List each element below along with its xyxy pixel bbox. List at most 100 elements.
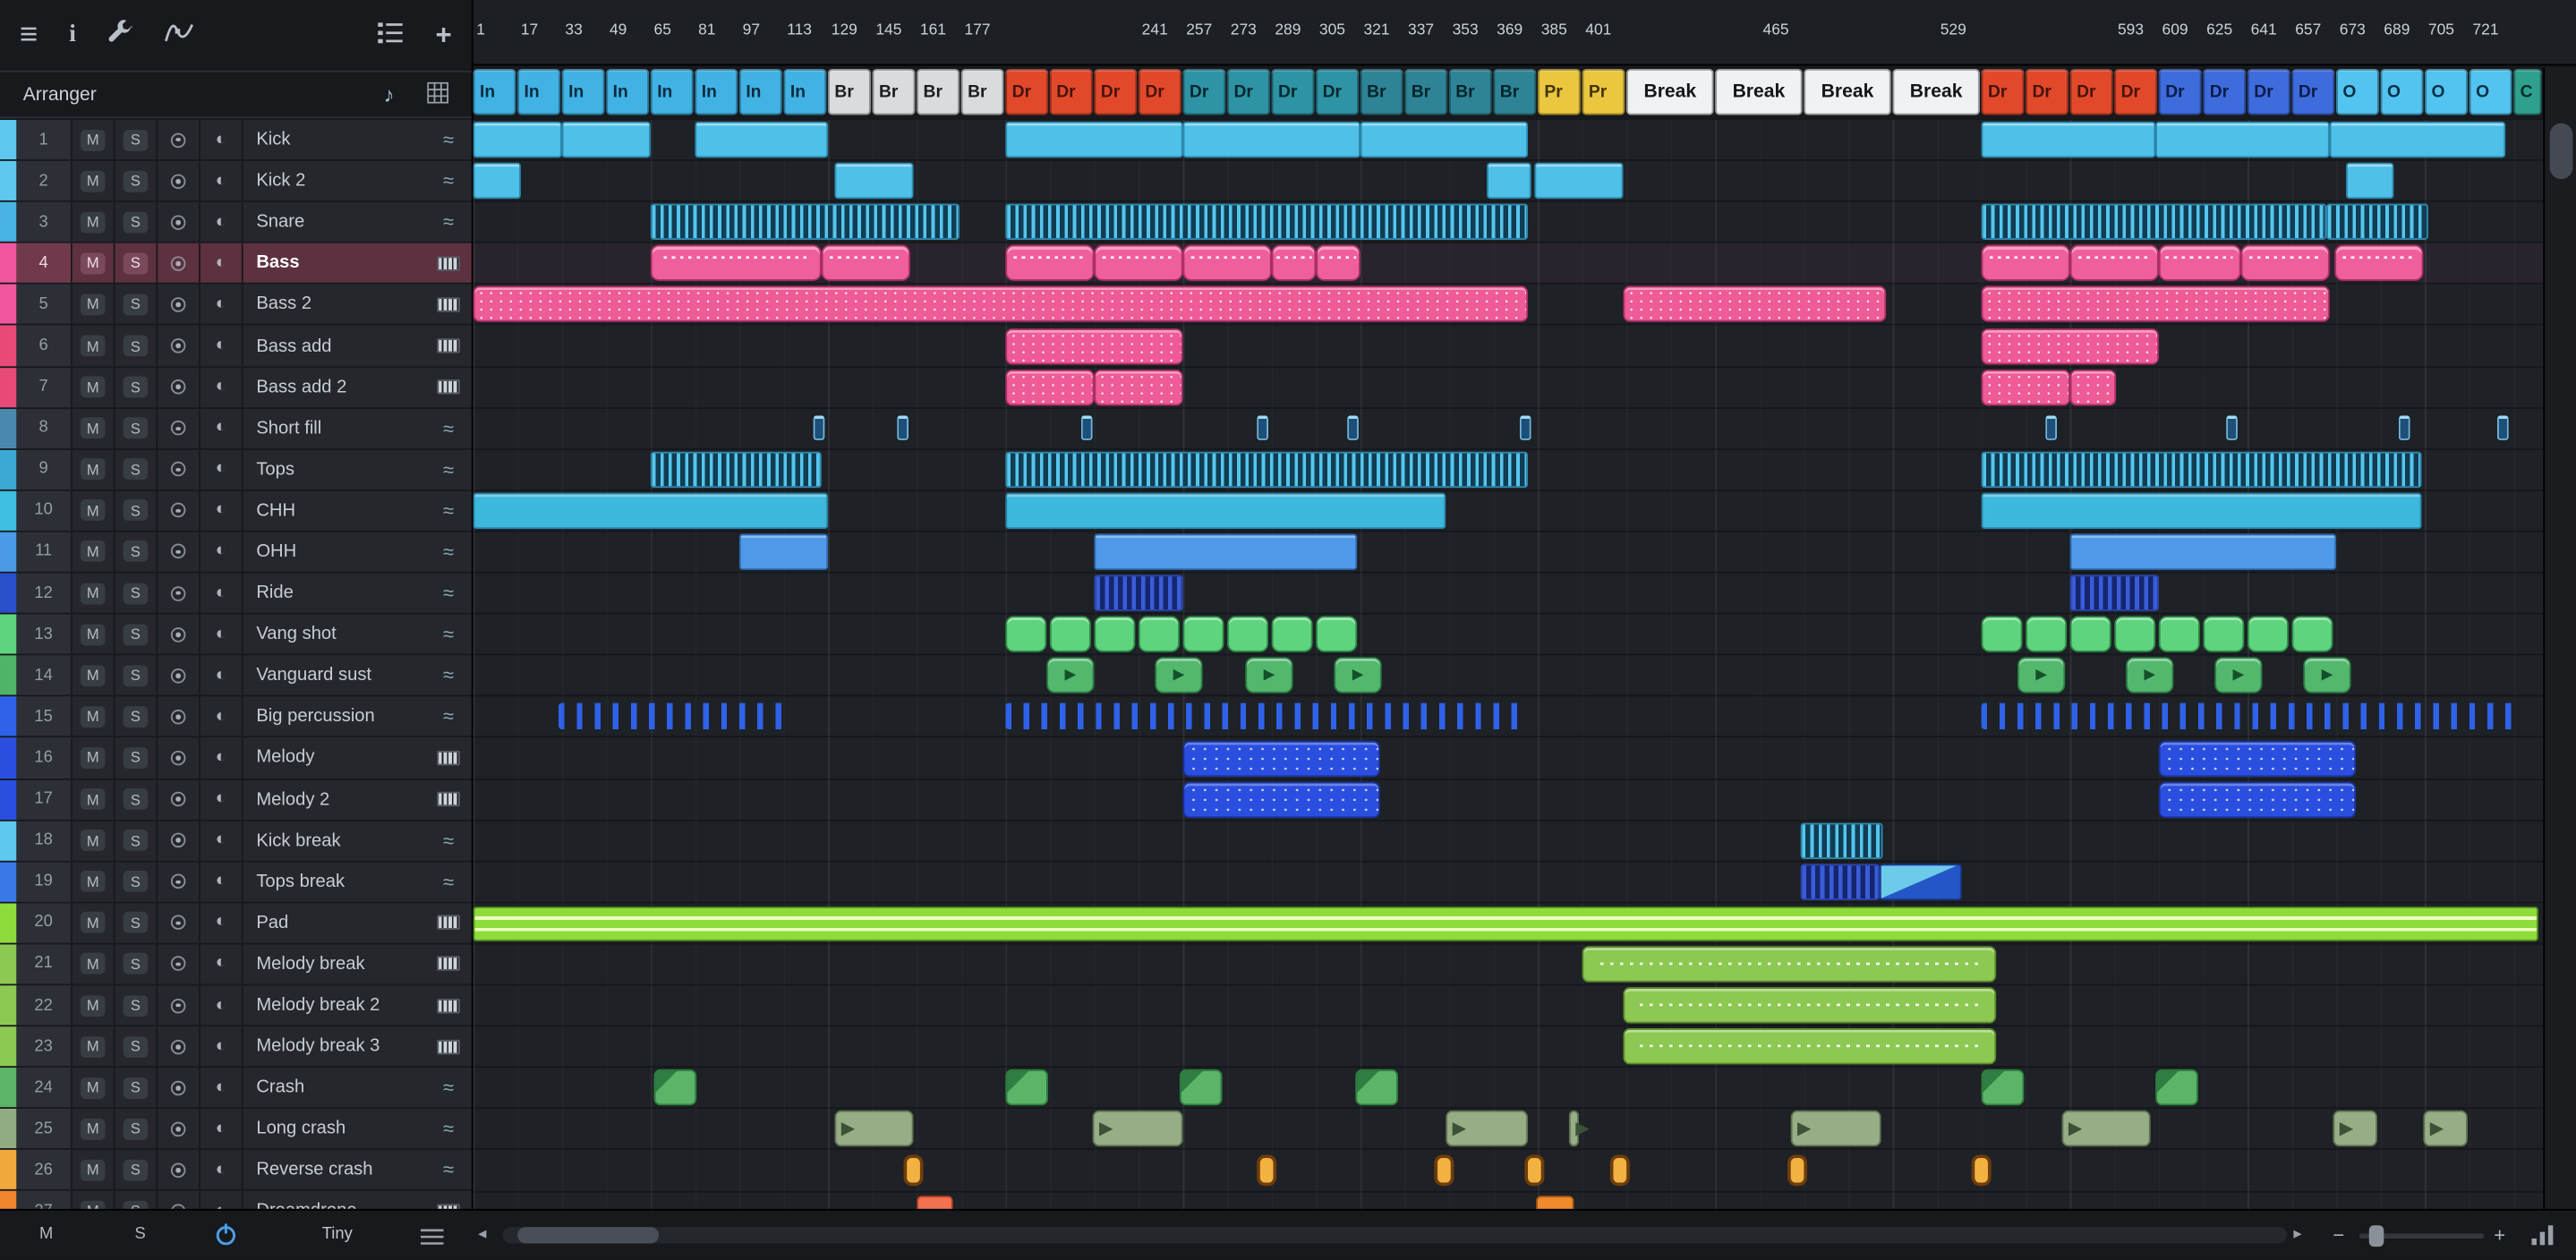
- track-name[interactable]: Crash: [243, 1068, 426, 1107]
- clip[interactable]: [1005, 703, 1523, 730]
- info-icon[interactable]: i: [69, 22, 76, 48]
- solo-button[interactable]: S: [115, 737, 158, 779]
- solo-button[interactable]: S: [115, 1068, 158, 1108]
- record-arm-button[interactable]: [158, 161, 200, 201]
- clip[interactable]: [1094, 616, 1136, 653]
- clip[interactable]: [2045, 414, 2058, 440]
- monitor-button[interactable]: ◐: [200, 326, 243, 366]
- record-arm-button[interactable]: [158, 944, 200, 984]
- clip[interactable]: [2291, 616, 2333, 653]
- clip[interactable]: [1981, 616, 2023, 653]
- record-arm-button[interactable]: [158, 285, 200, 325]
- power-icon[interactable]: [214, 1222, 239, 1256]
- clip[interactable]: [1360, 121, 1529, 158]
- track-name[interactable]: Kick break: [243, 821, 426, 860]
- clip[interactable]: [2203, 616, 2245, 653]
- arranger-section-dr[interactable]: Dr: [1005, 69, 1049, 115]
- solo-button[interactable]: S: [115, 903, 158, 943]
- record-arm-button[interactable]: [158, 1026, 200, 1067]
- track-name[interactable]: Vang shot: [243, 615, 426, 654]
- record-arm-button[interactable]: [158, 614, 200, 654]
- clip[interactable]: [1981, 121, 2156, 158]
- solo-button[interactable]: S: [115, 821, 158, 861]
- clip[interactable]: [1005, 369, 1095, 405]
- monitor-button[interactable]: ◐: [200, 737, 243, 779]
- monitor-button[interactable]: ◐: [200, 573, 243, 613]
- automation-curve-icon[interactable]: [165, 20, 194, 51]
- clip[interactable]: [1005, 121, 1183, 158]
- track-name[interactable]: Pad: [243, 903, 426, 942]
- track-name[interactable]: CHH: [243, 491, 426, 531]
- clip[interactable]: [1182, 121, 1361, 158]
- monitor-button[interactable]: ◐: [200, 944, 243, 984]
- clip[interactable]: [1524, 1154, 1545, 1186]
- mute-button[interactable]: M: [73, 985, 115, 1026]
- clip[interactable]: [1005, 328, 1183, 364]
- clip[interactable]: [2334, 245, 2424, 282]
- zoom-slider-thumb[interactable]: [2368, 1225, 2384, 1247]
- record-arm-button[interactable]: [158, 1109, 200, 1149]
- mute-button[interactable]: M: [73, 367, 115, 407]
- arranger-section-c[interactable]: C: [2513, 69, 2542, 115]
- arranger-section-dr[interactable]: Dr: [1182, 69, 1226, 115]
- mute-button[interactable]: M: [73, 326, 115, 366]
- record-arm-button[interactable]: [158, 202, 200, 243]
- arranger-section-br[interactable]: Br: [1360, 69, 1403, 115]
- mute-button[interactable]: M: [73, 1191, 115, 1209]
- clip[interactable]: [1094, 533, 1358, 570]
- clip[interactable]: [473, 906, 2538, 941]
- clip[interactable]: [650, 451, 822, 488]
- clip[interactable]: [1981, 203, 2327, 241]
- arranger-section-dr[interactable]: Dr: [1049, 69, 1093, 115]
- clip[interactable]: [1981, 369, 2070, 405]
- arranger-section-dr[interactable]: Dr: [2026, 69, 2068, 115]
- arranger-section-dr[interactable]: Dr: [1227, 69, 1270, 115]
- clip[interactable]: [1227, 616, 1269, 653]
- clip[interactable]: [2126, 657, 2174, 694]
- arranger-section-br[interactable]: Br: [1493, 69, 1537, 115]
- arranger-section-in[interactable]: In: [517, 69, 560, 115]
- clip[interactable]: [2069, 533, 2337, 570]
- clip[interactable]: [1316, 616, 1358, 653]
- clip[interactable]: [2114, 616, 2156, 653]
- solo-button[interactable]: S: [115, 944, 158, 984]
- zoom-preset-icon[interactable]: [2530, 1223, 2556, 1255]
- clip[interactable]: [1271, 245, 1317, 282]
- arranger-section-br[interactable]: Br: [960, 69, 1004, 115]
- scroll-left-icon[interactable]: ◂: [478, 1225, 486, 1243]
- arranger-section-pr[interactable]: Pr: [1582, 69, 1625, 115]
- scroll-right-icon[interactable]: ▸: [2293, 1225, 2301, 1243]
- clip[interactable]: [738, 533, 829, 570]
- clip[interactable]: [473, 492, 829, 529]
- solo-button[interactable]: S: [115, 285, 158, 325]
- clip[interactable]: [2069, 245, 2159, 282]
- clip[interactable]: [1334, 657, 1382, 694]
- clip[interactable]: [2346, 162, 2394, 200]
- clip[interactable]: [650, 203, 960, 241]
- mute-button[interactable]: M: [73, 202, 115, 243]
- clip[interactable]: [1347, 414, 1359, 440]
- record-arm-button[interactable]: [158, 696, 200, 737]
- clip[interactable]: [559, 703, 789, 730]
- arranger-section-dr[interactable]: Dr: [2114, 69, 2158, 115]
- clip[interactable]: [1434, 1154, 1454, 1186]
- mute-button[interactable]: M: [73, 614, 115, 654]
- track-name[interactable]: Tops: [243, 449, 426, 489]
- mute-button[interactable]: M: [73, 449, 115, 490]
- track-name[interactable]: Long crash: [243, 1109, 426, 1148]
- track-name[interactable]: Melody break: [243, 944, 426, 983]
- solo-button[interactable]: S: [115, 243, 158, 284]
- menu-icon[interactable]: ≡: [20, 20, 38, 51]
- clip[interactable]: [1981, 286, 2330, 323]
- arranger-section-dr[interactable]: Dr: [2247, 69, 2290, 115]
- mute-button[interactable]: M: [73, 490, 115, 531]
- clip[interactable]: [1623, 286, 1887, 323]
- record-arm-button[interactable]: [158, 655, 200, 695]
- grid-view-icon[interactable]: [427, 81, 449, 107]
- mute-button[interactable]: M: [73, 285, 115, 325]
- monitor-button[interactable]: ◐: [200, 779, 243, 820]
- solo-button[interactable]: S: [115, 490, 158, 531]
- solo-button[interactable]: S: [115, 779, 158, 820]
- arranger-section-br[interactable]: Br: [1404, 69, 1448, 115]
- zoom-slider[interactable]: [2358, 1225, 2485, 1247]
